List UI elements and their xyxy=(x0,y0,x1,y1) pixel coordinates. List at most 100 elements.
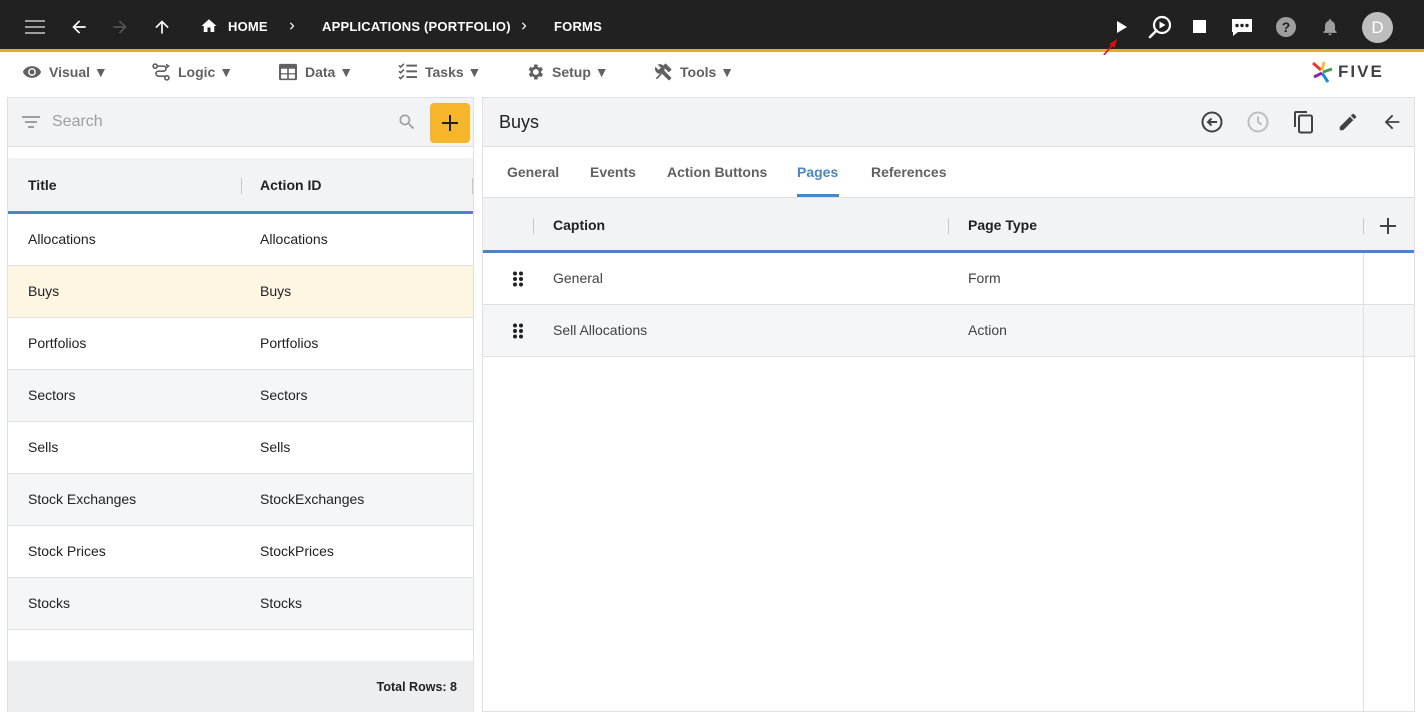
list-header: Title Action ID xyxy=(8,158,473,214)
restore-icon[interactable] xyxy=(1199,109,1225,135)
run-icon[interactable] xyxy=(1107,13,1135,41)
column-separator[interactable] xyxy=(533,218,534,234)
total-rows: Total Rows: 8 xyxy=(376,680,457,694)
back-arrow-icon[interactable] xyxy=(1379,109,1405,135)
menu-icon[interactable] xyxy=(21,13,49,41)
menu-logic[interactable]: Logic ▼ xyxy=(151,59,233,85)
list-row[interactable]: Allocations Allocations xyxy=(8,214,473,266)
breadcrumb-home[interactable]: HOME xyxy=(200,0,268,52)
column-divider xyxy=(1363,253,1364,712)
avatar[interactable]: D xyxy=(1362,12,1393,43)
menu-bar: Visual ▼ Logic ▼ Data ▼ Tasks ▼ Setup ▼ … xyxy=(0,55,1424,91)
list-footer: Total Rows: 8 xyxy=(8,661,473,712)
bell-icon[interactable] xyxy=(1316,13,1344,41)
list-row[interactable]: Stock Prices StockPrices xyxy=(8,526,473,578)
menu-label: Logic ▼ xyxy=(178,64,234,80)
menu-tasks[interactable]: Tasks ▼ xyxy=(398,59,481,85)
list-body: Allocations Allocations Buys Buys Portfo… xyxy=(8,214,473,630)
row-action-id: Buys xyxy=(260,283,292,299)
list-row[interactable]: Stock Exchanges StockExchanges xyxy=(8,474,473,526)
column-header-caption[interactable]: Caption xyxy=(553,217,605,233)
row-title: Stock Exchanges xyxy=(28,491,137,507)
tab-pages[interactable]: Pages xyxy=(797,164,838,180)
back-icon[interactable] xyxy=(65,13,93,41)
tab-action-buttons[interactable]: Action Buttons xyxy=(667,164,767,180)
row-action-id: StockPrices xyxy=(260,543,334,559)
row-page-type: Action xyxy=(968,322,1007,338)
top-bar: HOME APPLICATIONS (PORTFOLIO) FORMS ? D xyxy=(0,0,1424,52)
menu-label: Data ▼ xyxy=(305,64,354,80)
column-separator[interactable] xyxy=(948,218,949,234)
eye-icon xyxy=(22,66,42,78)
column-separator[interactable] xyxy=(472,178,473,194)
filter-icon[interactable] xyxy=(22,114,40,130)
edit-icon[interactable] xyxy=(1335,109,1361,135)
row-title: Portfolios xyxy=(28,335,87,351)
tab-events[interactable]: Events xyxy=(590,164,636,180)
tools-icon xyxy=(655,63,672,81)
tasks-icon xyxy=(398,63,417,80)
page-title: Buys xyxy=(499,112,540,132)
row-action-id: Sells xyxy=(260,439,291,455)
breadcrumb-label: APPLICATIONS (PORTFOLIO) xyxy=(322,18,511,34)
add-button[interactable] xyxy=(430,103,470,143)
list-row[interactable]: Sells Sells xyxy=(8,422,473,474)
menu-tools[interactable]: Tools ▼ xyxy=(653,59,734,85)
drag-handle-icon[interactable] xyxy=(512,271,524,287)
preview-icon[interactable] xyxy=(1146,13,1174,41)
menu-setup[interactable]: Setup ▼ xyxy=(525,59,609,85)
svg-text:?: ? xyxy=(1282,19,1291,35)
add-page-icon[interactable] xyxy=(1380,218,1396,234)
menu-label: Setup ▼ xyxy=(552,64,609,80)
breadcrumb-forms[interactable]: FORMS xyxy=(554,0,602,52)
list-row-selected[interactable]: Buys Buys xyxy=(8,266,473,318)
table-row[interactable]: Sell Allocations Action xyxy=(483,305,1414,357)
up-icon[interactable] xyxy=(148,13,176,41)
row-title: Sells xyxy=(28,439,59,455)
menu-label: Tools ▼ xyxy=(680,64,735,80)
search-input[interactable]: Search xyxy=(52,113,103,131)
forward-icon[interactable] xyxy=(106,13,134,41)
menu-data[interactable]: Data ▼ xyxy=(278,59,353,85)
breadcrumb-applications[interactable]: APPLICATIONS (PORTFOLIO) xyxy=(322,0,511,52)
column-header-action-id[interactable]: Action ID xyxy=(260,177,321,193)
table-row[interactable]: General Form xyxy=(483,253,1414,305)
tab-references[interactable]: References xyxy=(871,164,947,180)
row-title: Stock Prices xyxy=(28,543,106,559)
chat-icon[interactable] xyxy=(1228,13,1256,41)
row-caption: General xyxy=(553,270,603,286)
row-title: Sectors xyxy=(28,387,76,403)
row-action-id: Stocks xyxy=(260,595,303,611)
copy-icon[interactable] xyxy=(1291,109,1317,135)
active-tab-indicator xyxy=(797,194,839,197)
tab-general[interactable]: General xyxy=(507,164,559,180)
stop-icon[interactable] xyxy=(1186,13,1214,41)
menu-visual[interactable]: Visual ▼ xyxy=(22,59,108,85)
column-header-page-type[interactable]: Page Type xyxy=(968,217,1037,233)
drag-handle-icon[interactable] xyxy=(512,323,524,339)
search-bar: Search xyxy=(8,98,473,147)
list-row[interactable]: Stocks Stocks xyxy=(8,578,473,630)
row-action-id: Sectors xyxy=(260,387,308,403)
column-separator[interactable] xyxy=(241,178,242,194)
pages-grid-header: Caption Page Type xyxy=(483,198,1414,253)
row-title: Allocations xyxy=(28,231,96,247)
row-title: Buys xyxy=(28,283,60,299)
history-icon[interactable] xyxy=(1245,109,1271,135)
five-logo-icon xyxy=(1312,61,1333,83)
row-action-id: Allocations xyxy=(260,231,328,247)
column-header-title[interactable]: Title xyxy=(28,177,57,193)
column-separator[interactable] xyxy=(1363,218,1364,234)
forms-list-panel: Search Title Action ID Allocations Alloc… xyxy=(7,97,474,712)
search-icon[interactable] xyxy=(397,112,417,132)
help-icon[interactable]: ? xyxy=(1272,13,1300,41)
logo-text: FIVE xyxy=(1338,62,1384,81)
row-page-type: Form xyxy=(968,270,1001,286)
list-row[interactable]: Portfolios Portfolios xyxy=(8,318,473,370)
menu-label: Visual ▼ xyxy=(49,64,108,80)
tab-bar: General Events Action Buttons Pages Refe… xyxy=(483,148,1414,198)
table-icon xyxy=(279,63,297,81)
list-row[interactable]: Sectors Sectors xyxy=(8,370,473,422)
chevron-right-icon xyxy=(518,0,530,52)
avatar-initial: D xyxy=(1371,17,1384,37)
